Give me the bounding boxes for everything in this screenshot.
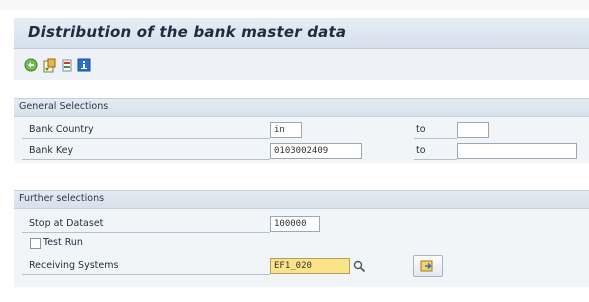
execute-icon[interactable] (23, 57, 39, 73)
bank-key-to-field[interactable] (457, 143, 577, 159)
further-selections-title: Further selections (19, 193, 105, 204)
multiple-selection-button[interactable] (413, 255, 443, 277)
bank-country-label: Bank Country (29, 124, 94, 135)
stop-at-dataset-field[interactable]: 100000 (270, 216, 320, 232)
general-selections-group: General Selections Bank Country in to Ba… (14, 98, 589, 163)
row-underline (22, 138, 270, 139)
bank-country-to-label: to (416, 124, 426, 135)
bank-key-from-field[interactable]: 0103002409 (270, 143, 362, 159)
get-variant-icon[interactable] (41, 57, 57, 73)
further-selections-header: Further selections (14, 191, 589, 209)
row-underline (22, 274, 270, 275)
arrow-right-icon (420, 260, 433, 272)
title-bar: Distribution of the bank master data (14, 18, 589, 49)
bank-key-to-label: to (416, 145, 426, 156)
general-selections-title: General Selections (19, 101, 109, 112)
bank-country-from-field[interactable]: in (270, 122, 302, 138)
page-title: Distribution of the bank master data (28, 23, 347, 41)
general-selections-header: General Selections (14, 99, 589, 117)
row-underline (414, 159, 457, 160)
delete-selection-icon[interactable] (59, 57, 75, 73)
test-run-label: Test Run (43, 237, 83, 248)
row-underline (414, 138, 457, 139)
bank-key-label: Bank Key (29, 145, 74, 156)
receiving-systems-field[interactable]: EF1_020 (270, 258, 350, 274)
bank-country-to-field[interactable] (457, 122, 489, 138)
stop-at-dataset-label: Stop at Dataset (29, 218, 104, 229)
application-toolbar (14, 49, 589, 80)
sap-screen: Distribution of the bank master data Gen… (0, 0, 589, 302)
test-run-checkbox[interactable] (30, 238, 41, 249)
selection-screen: General Selections Bank Country in to Ba… (14, 80, 589, 302)
top-strip (0, 0, 589, 10)
row-underline (22, 159, 270, 160)
receiving-systems-label: Receiving Systems (29, 260, 119, 271)
search-help-icon[interactable] (351, 258, 367, 274)
row-underline (22, 232, 270, 233)
further-selections-group: Further selections Stop at Dataset 10000… (14, 190, 589, 287)
information-icon[interactable] (76, 57, 92, 73)
